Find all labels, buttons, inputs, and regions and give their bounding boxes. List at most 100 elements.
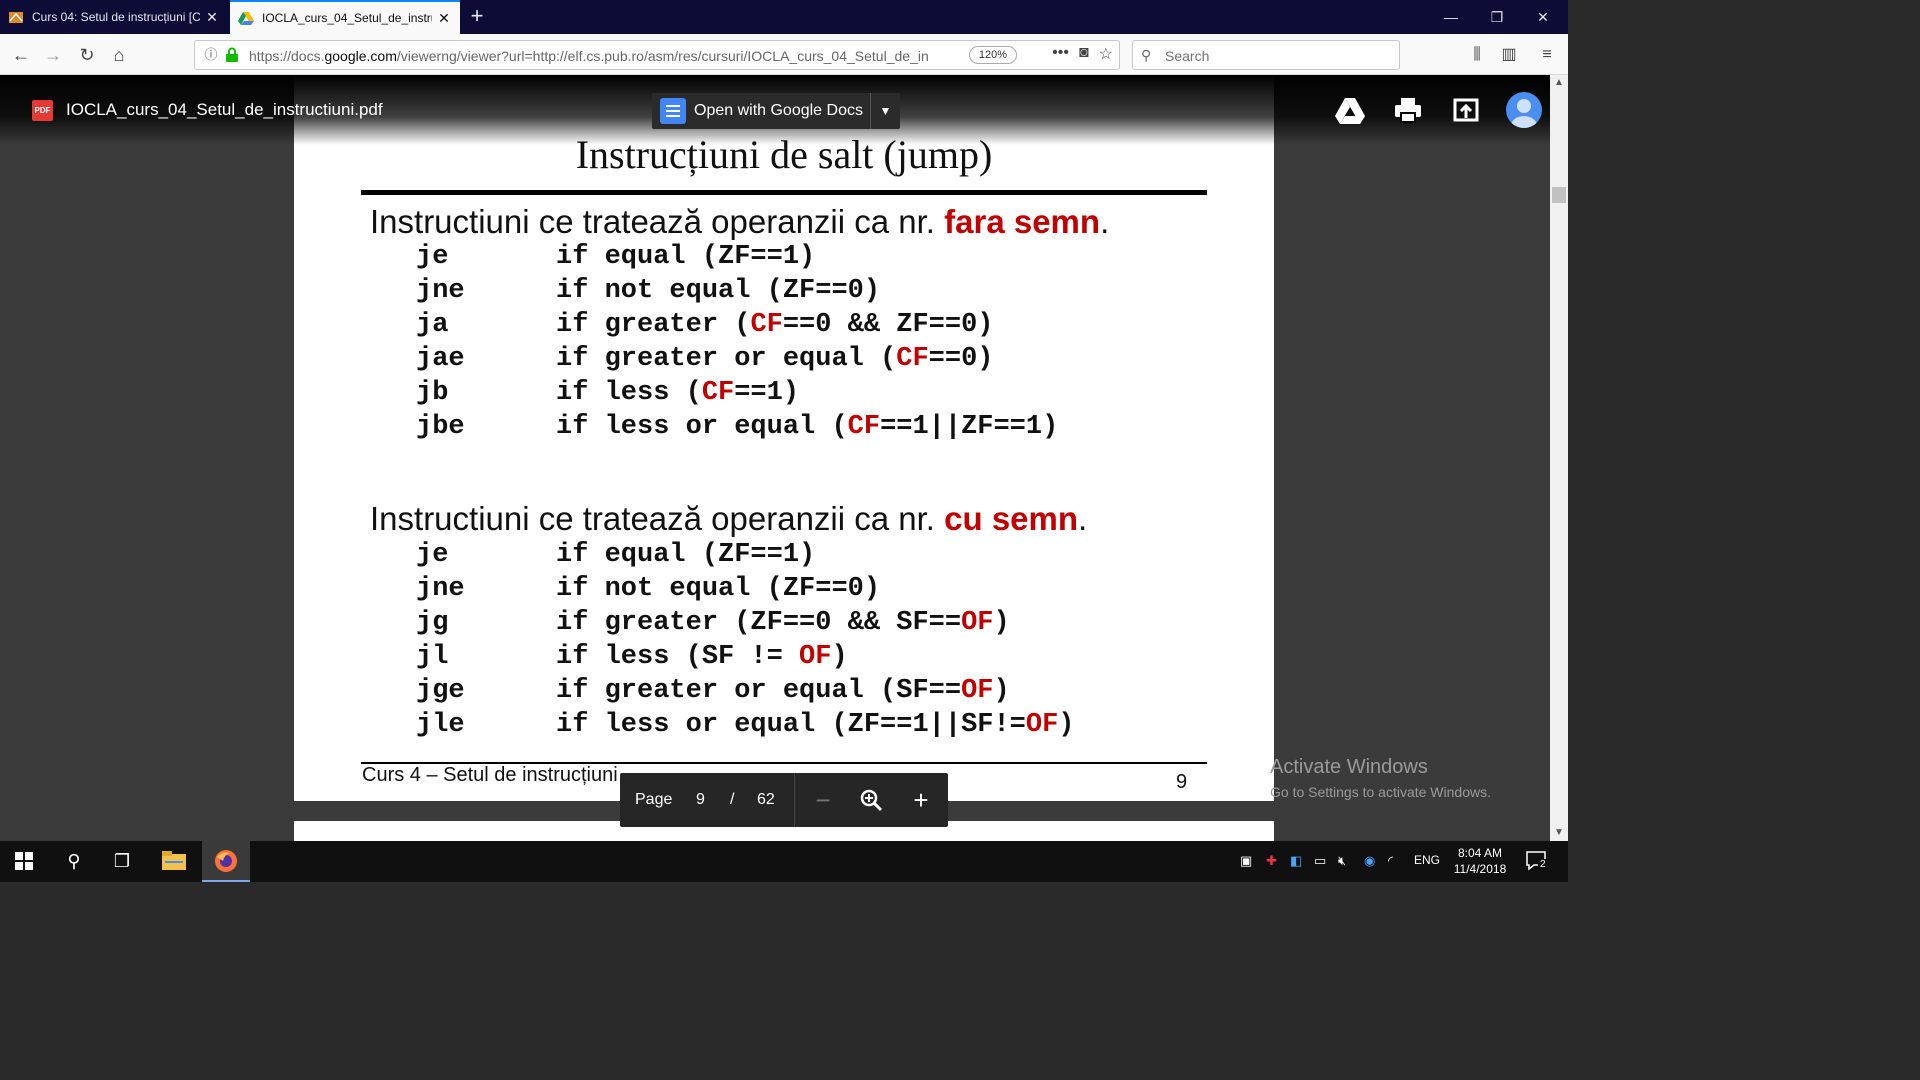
flag-highlight: CF [896,344,929,374]
condition-text: if equal (ZF==1) [556,540,816,570]
dropdown-arrow-icon[interactable]: ▼ [870,93,900,129]
tab-iocla-pdf[interactable]: IOCLA_curs_04_Setul_de_instruc ✕ [230,0,460,34]
condition-text: if greater (ZF==0 && SF== [556,608,962,638]
search-icon[interactable]: ⚲ [50,841,98,882]
library-icon[interactable]: ⫼ [1462,40,1492,70]
condition-text: if greater or equal (SF== [556,676,962,706]
clock-time: 8:04 AM [1457,846,1503,860]
scroll-down-icon[interactable]: ▼ [1550,825,1568,841]
mnemonic: jae [416,344,465,374]
mnemonic: jle [416,710,465,740]
page-actions-icon[interactable]: ••• [1052,44,1069,64]
condition-text: ) [1058,710,1075,740]
battery-icon[interactable]: ▭ [1314,853,1326,869]
scroll-up-icon[interactable]: ▲ [1550,75,1568,91]
sync-tray-icon[interactable]: ◉ [1364,853,1375,869]
mnemonic: ja [416,310,449,340]
back-icon[interactable]: ← [6,40,36,70]
navigation-bar: ← → ↻ ⌂ ⓘ https://docs.google.com/viewer… [0,34,1568,75]
jump-instruction-row: jl if less (SF != OF) [416,642,848,672]
mnemonic: jne [416,574,465,604]
bookmark-star-icon[interactable]: ☆ [1099,44,1113,64]
zoom-out-button[interactable]: − [808,785,838,815]
activate-windows-subtitle: Go to Settings to activate Windows. [1270,784,1491,800]
jump-instruction-row: jne if not equal (ZF==0) [416,574,880,604]
volume-muted-icon[interactable]: 🔇︎ [1338,853,1346,869]
pocket-icon[interactable]: ◙ [1079,44,1089,64]
search-icon: ⚲ [1141,47,1152,63]
jump-instruction-row: jne if not equal (ZF==0) [416,276,880,306]
print-icon[interactable] [1392,94,1424,126]
app-tray-icon[interactable]: ◧ [1290,853,1302,869]
page-label: Page [635,791,673,808]
menu-icon[interactable]: ≡ [1532,40,1562,70]
condition-text: ) [831,642,848,672]
google-drive-favicon-icon [238,12,254,25]
wifi-icon[interactable]: ◜ [1388,853,1393,869]
tab-label: IOCLA_curs_04_Setul_de_instruc [262,11,432,25]
home-icon[interactable]: ⌂ [104,40,134,70]
search-input[interactable]: ⚲ Search [1132,40,1400,70]
close-tab-icon[interactable]: ✕ [204,9,220,26]
flag-highlight: CF [847,412,881,442]
jump-instruction-row: jbe if less or equal (CF==1||ZF==1) [416,412,1058,442]
close-tab-icon[interactable]: ✕ [436,10,452,27]
account-avatar[interactable] [1506,92,1542,128]
antivirus-tray-icon[interactable]: ✚ [1266,853,1277,869]
google-docs-icon [660,98,686,124]
url-text: https://docs.google.com/viewerng/viewer?… [249,48,929,64]
flag-highlight: OF [799,642,832,672]
notifications-icon[interactable]: 2 [1526,851,1548,874]
page-controls: Page 9 / 62 − + [620,773,948,827]
firefox-taskbar-icon[interactable] [202,841,250,882]
zoom-in-button[interactable]: + [906,785,936,815]
clock[interactable]: 8:04 AM 11/4/2018 [1448,845,1512,877]
page-number-input[interactable]: 9 [696,791,705,809]
control-divider [794,773,795,827]
jump-instruction-row: ja if greater (CF==0 && ZF==0) [416,310,993,340]
add-to-drive-icon[interactable] [1334,94,1366,126]
condition-text: ==0 && ZF==0) [782,310,994,340]
task-view-icon[interactable]: ❐ [98,841,146,882]
flag-highlight: OF [961,676,994,706]
language-indicator[interactable]: ENG [1414,853,1440,867]
condition-text: ==0) [928,344,994,374]
page-total: 62 [757,791,775,808]
new-tab-button[interactable]: + [462,0,492,34]
tab-curs-04[interactable]: Curs 04: Setul de instrucțiuni [C ✕ [0,0,228,34]
zoom-reset-icon[interactable] [856,785,886,815]
sidebar-icon[interactable]: ▥ [1494,40,1524,70]
condition-text: if not equal (ZF==0) [556,276,881,306]
open-in-new-window-icon[interactable] [1450,94,1482,126]
moodle-favicon-icon [9,12,23,23]
pdf-file-icon: PDF [32,100,53,121]
file-name: IOCLA_curs_04_Setul_de_instructiuni.pdf [66,100,383,119]
jump-instruction-row: jle if less or equal (ZF==1||SF!=OF) [416,710,1075,740]
minimize-icon[interactable]: — [1428,0,1474,34]
user-icon [1511,99,1537,128]
flag-highlight: OF [961,608,994,638]
close-window-icon[interactable]: ✕ [1520,0,1566,34]
network-tray-icon[interactable]: ▣ [1240,853,1252,869]
page-separator: / [730,791,735,808]
jump-instruction-row: jge if greater or equal (SF==OF) [416,676,1010,706]
condition-text: if greater ( [556,310,751,340]
slide-footer-title: Curs 4 – Setul de instrucțiuni [362,764,618,786]
vertical-scrollbar[interactable]: ▲ ▼ [1550,75,1568,841]
site-info-icon[interactable]: ⓘ [203,47,219,63]
windows-start-icon[interactable] [0,841,48,882]
zoom-indicator[interactable]: 120% [969,46,1017,64]
mnemonic: jg [416,608,449,638]
mnemonic: je [416,242,449,272]
search-placeholder: Search [1165,48,1210,64]
open-with-google-docs-button[interactable]: Open with Google Docs ▼ [652,93,900,129]
restore-icon[interactable]: ❐ [1474,0,1520,34]
url-bar[interactable]: ⓘ https://docs.google.com/viewerng/viewe… [194,40,1120,70]
reload-icon[interactable]: ↻ [72,40,102,70]
forward-icon[interactable]: → [38,40,68,70]
flag-highlight: CF [701,378,735,408]
condition-text: if equal (ZF==1) [556,242,816,272]
section-heading-signed: Instructiuni ce tratează operanzii ca nr… [370,500,1088,537]
file-explorer-icon[interactable] [150,841,198,882]
scroll-thumb[interactable] [1552,187,1566,203]
